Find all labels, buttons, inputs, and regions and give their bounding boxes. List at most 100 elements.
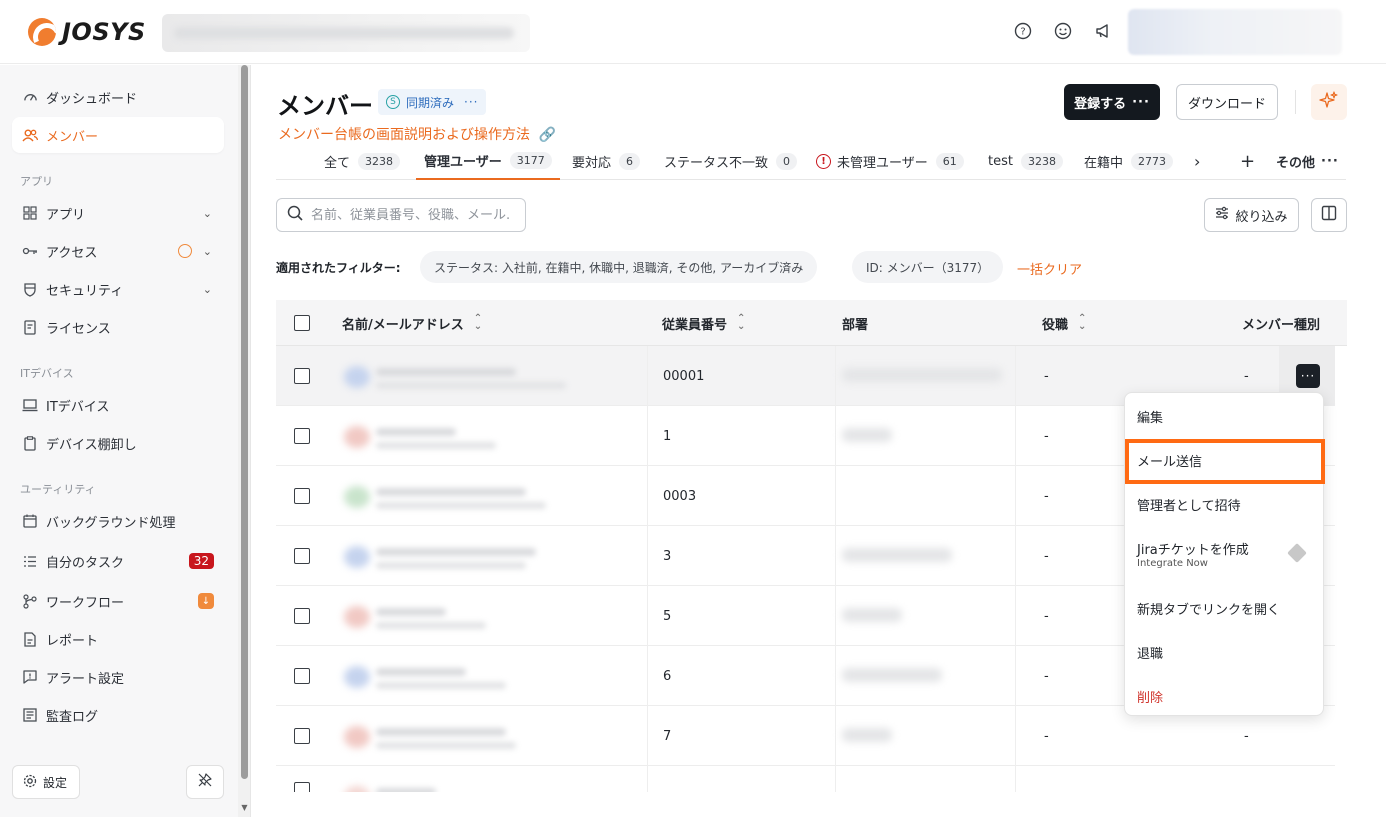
- member-name-redacted[interactable]: [340, 356, 616, 396]
- filter-button[interactable]: 絞り込み: [1204, 198, 1299, 232]
- clear-all-filters-link[interactable]: 一括クリア: [1017, 259, 1082, 278]
- sidebar-item-it-devices[interactable]: ITデバイス: [12, 387, 224, 423]
- select-all-checkbox[interactable]: [294, 300, 310, 346]
- column-header-role[interactable]: 役職 ⌃ ⌄: [1042, 300, 1086, 346]
- sort-icon[interactable]: ⌃ ⌄: [737, 314, 745, 332]
- sidebar-item-alert-settings[interactable]: アラート設定: [12, 659, 224, 695]
- column-layout-button[interactable]: [1311, 198, 1347, 232]
- chevron-down-icon[interactable]: ⌄: [203, 283, 212, 296]
- member-search[interactable]: [276, 198, 526, 232]
- menu-item-invite-admin[interactable]: 管理者として招待: [1137, 495, 1241, 514]
- sidebar-item-audit-log[interactable]: 監査ログ: [12, 697, 224, 733]
- sidebar-item-background-jobs[interactable]: バックグラウンド処理: [12, 503, 224, 539]
- tab-more[interactable]: その他 ···: [1276, 142, 1339, 180]
- divider: [835, 346, 836, 406]
- section-title-it-devices: ITデバイス: [20, 367, 74, 380]
- column-header-department[interactable]: 部署: [842, 300, 868, 346]
- sidebar-item-my-tasks[interactable]: 自分のタスク 32: [12, 543, 224, 579]
- sidebar-item-license[interactable]: ライセンス: [12, 309, 224, 345]
- tab-action-required[interactable]: 要対応 6: [572, 142, 641, 180]
- shield-icon: [22, 281, 38, 297]
- column-header-employee-no[interactable]: 従業員番号 ⌃ ⌄: [662, 300, 745, 346]
- chevron-down-icon[interactable]: ⌄: [203, 207, 212, 220]
- member-name-redacted[interactable]: [340, 656, 616, 696]
- divider: [835, 646, 836, 706]
- sidebar-item-members[interactable]: メンバー: [12, 117, 224, 153]
- divider: [835, 706, 836, 766]
- member-name-redacted[interactable]: [340, 416, 616, 456]
- sidebar-scrollbar-thumb[interactable]: [241, 65, 248, 779]
- row-checkbox[interactable]: [294, 586, 310, 646]
- tab-status-mismatch[interactable]: ステータス不一致 0: [664, 142, 798, 180]
- filter-chip-id[interactable]: ID: メンバー（3177）: [852, 251, 1004, 283]
- sync-status-badge[interactable]: S 同期済み ···: [378, 89, 487, 115]
- sort-icon[interactable]: ⌃ ⌄: [1078, 314, 1086, 332]
- sidebar-item-workflow[interactable]: ワークフロー ↓: [12, 583, 224, 619]
- unpin-sidebar-button[interactable]: [186, 765, 224, 799]
- search-input[interactable]: [311, 207, 511, 223]
- tab-count: 6: [619, 152, 641, 170]
- settings-button[interactable]: 設定: [12, 765, 80, 799]
- sort-icon[interactable]: ⌃ ⌄: [474, 314, 482, 332]
- tab-test[interactable]: test 3238: [988, 142, 1063, 180]
- column-header-name[interactable]: 名前/メールアドレス ⌃ ⌄: [342, 300, 482, 346]
- register-button[interactable]: 登録する ···: [1064, 84, 1160, 120]
- sidebar-item-label: アクセス: [46, 245, 98, 261]
- menu-item-create-jira-ticket[interactable]: Jiraチケットを作成: [1137, 539, 1249, 558]
- global-search-redacted[interactable]: [162, 14, 530, 52]
- department-redacted: [842, 428, 892, 442]
- menu-item-open-new-tab[interactable]: 新規タブでリンクを開く: [1137, 599, 1280, 618]
- employee-number: 1: [663, 428, 672, 444]
- tab-active[interactable]: 在籍中 2773: [1084, 142, 1174, 180]
- tab-all[interactable]: 全て 3238: [324, 142, 401, 180]
- divider: [835, 406, 836, 466]
- row-checkbox[interactable]: [294, 466, 310, 526]
- row-checkbox[interactable]: [294, 646, 310, 706]
- member-name-redacted[interactable]: [340, 716, 616, 756]
- more-icon: ···: [1132, 94, 1150, 110]
- column-header-member-type[interactable]: メンバー種別: [1242, 300, 1320, 346]
- chevron-down-icon[interactable]: ⌄: [203, 245, 212, 258]
- user-menu-redacted[interactable]: [1128, 9, 1342, 55]
- ai-assistant-button[interactable]: [1311, 84, 1347, 120]
- menu-item-delete[interactable]: 削除: [1137, 687, 1163, 706]
- sidebar-item-security[interactable]: セキュリティ ⌄: [12, 271, 224, 307]
- row-checkbox[interactable]: [294, 406, 310, 466]
- tab-unmanaged-users[interactable]: ! 未管理ユーザー 61: [816, 142, 964, 180]
- divider: [647, 466, 648, 526]
- logo-mark-icon: [28, 18, 56, 46]
- sidebar-item-apps[interactable]: アプリ ⌄: [12, 195, 224, 231]
- josys-logo[interactable]: JOSYS: [28, 17, 146, 47]
- scroll-down-arrow-icon[interactable]: ▼: [239, 803, 250, 813]
- employee-number: 00001: [663, 368, 705, 384]
- help-link[interactable]: メンバー台帳の画面説明および操作方法 🔗: [278, 124, 556, 144]
- sidebar-item-label: アラート設定: [46, 671, 125, 687]
- emoji-icon[interactable]: [1052, 20, 1074, 42]
- sidebar-item-reports[interactable]: レポート: [12, 621, 224, 657]
- member-name-redacted[interactable]: [340, 596, 616, 636]
- more-icon[interactable]: ···: [464, 95, 478, 109]
- tab-managed-users[interactable]: 管理ユーザー 3177: [416, 142, 560, 180]
- add-tab-icon[interactable]: +: [1240, 142, 1255, 180]
- row-checkbox[interactable]: [294, 346, 310, 406]
- svg-text:?: ?: [1020, 27, 1025, 38]
- download-button[interactable]: ダウンロード: [1176, 84, 1278, 120]
- sidebar-item-dashboard[interactable]: ダッシュボード: [12, 79, 224, 115]
- clipboard-icon: [22, 435, 38, 451]
- row-more-button[interactable]: ···: [1296, 364, 1320, 388]
- divider: [1015, 706, 1016, 766]
- row-checkbox[interactable]: [294, 526, 310, 586]
- megaphone-icon[interactable]: [1092, 20, 1114, 42]
- sidebar-item-device-inventory[interactable]: デバイス棚卸し: [12, 425, 224, 461]
- divider: [1295, 90, 1296, 114]
- menu-item-retire[interactable]: 退職: [1137, 643, 1163, 662]
- menu-item-edit[interactable]: 編集: [1137, 407, 1163, 426]
- member-name-redacted[interactable]: [340, 536, 616, 576]
- filter-chip-status[interactable]: ステータス: 入社前, 在籍中, 休職中, 退職済, その他, アーカイブ済み: [420, 251, 818, 283]
- help-icon[interactable]: ?: [1012, 20, 1034, 42]
- sidebar-item-access[interactable]: アクセス ⌄: [12, 233, 224, 269]
- download-button-label: ダウンロード: [1187, 96, 1266, 112]
- row-checkbox[interactable]: [294, 706, 310, 766]
- tabs-scroll-right-icon[interactable]: ›: [1194, 142, 1200, 180]
- member-name-redacted[interactable]: [340, 476, 616, 516]
